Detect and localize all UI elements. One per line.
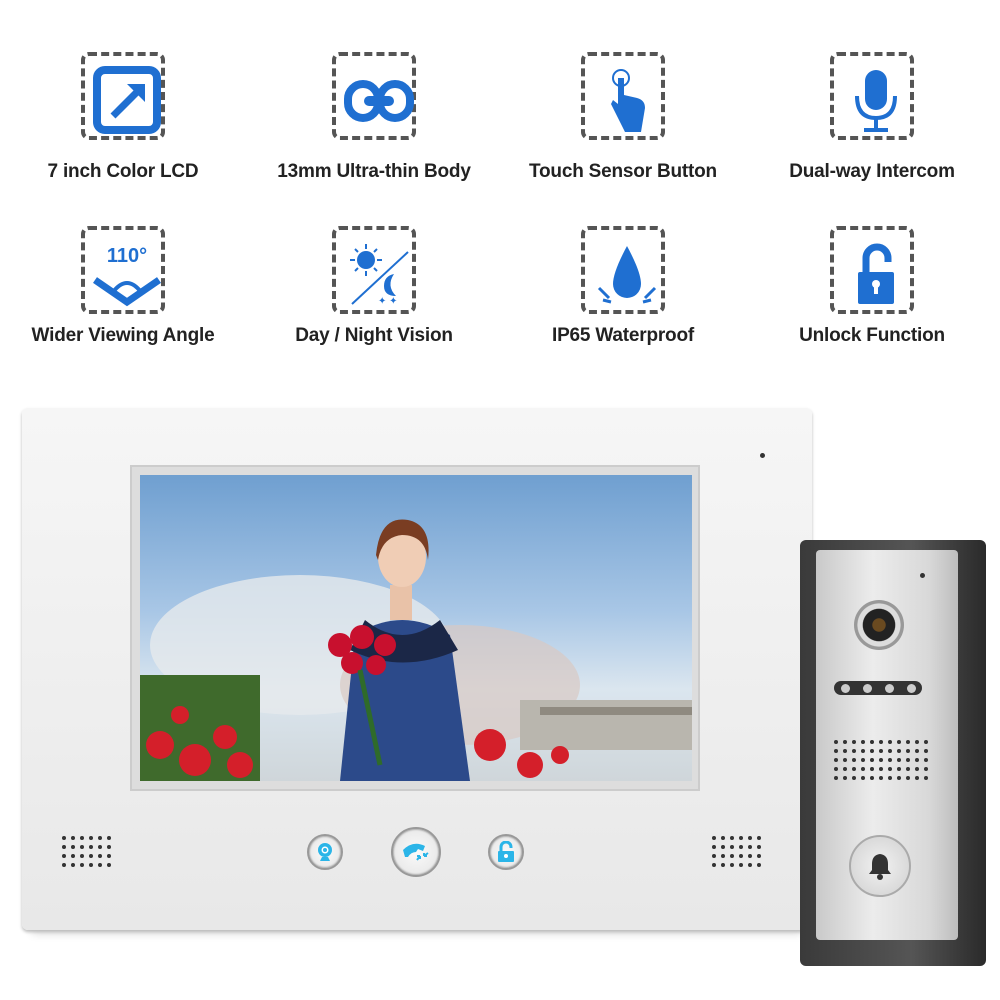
speaker-grill-right bbox=[712, 836, 761, 867]
resize-arrow-icon bbox=[93, 66, 161, 134]
viewing-angle-icon: 110° bbox=[93, 245, 161, 307]
screen-bezel bbox=[130, 465, 700, 791]
water-drop-icon bbox=[597, 246, 657, 304]
feature-label: Day / Night Vision bbox=[295, 325, 453, 346]
feature-label: IP65 Waterproof bbox=[552, 325, 694, 346]
mic-dot bbox=[920, 573, 925, 578]
svg-text:✦ ✦: ✦ ✦ bbox=[378, 296, 398, 307]
link-icon bbox=[344, 80, 414, 122]
unlock-icon bbox=[858, 243, 894, 304]
angle-badge: 110° bbox=[107, 245, 147, 267]
day-night-icon: ✦ ✦ bbox=[350, 244, 409, 307]
feature-label: Touch Sensor Button bbox=[529, 161, 717, 182]
touch-hand-icon bbox=[611, 69, 645, 132]
feature-icon-frame bbox=[332, 52, 416, 140]
feature-icon-frame bbox=[830, 226, 914, 314]
feature-label: 7 inch Color LCD bbox=[47, 161, 199, 182]
monitor-button-camera[interactable] bbox=[307, 834, 343, 870]
feature-icon-frame bbox=[81, 52, 165, 140]
bell-icon bbox=[869, 854, 891, 880]
phone-call-icon bbox=[403, 843, 429, 861]
webcam-icon bbox=[318, 843, 332, 861]
doorbell-speaker-grill bbox=[834, 740, 928, 780]
feature-label: 13mm Ultra-thin Body bbox=[277, 161, 471, 182]
indoor-monitor bbox=[22, 408, 812, 930]
feature-icon-frame: ✦ ✦ bbox=[332, 226, 416, 314]
doorbell-call-button[interactable] bbox=[849, 835, 911, 897]
feature-icon-frame bbox=[581, 52, 665, 140]
microphone-icon bbox=[855, 70, 897, 132]
feature-icon-frame: 110° bbox=[81, 226, 165, 314]
monitor-button-call[interactable] bbox=[391, 827, 441, 877]
doorbell-panel bbox=[816, 550, 958, 940]
lcd-screen bbox=[140, 475, 692, 781]
monitor-button-unlock[interactable] bbox=[488, 834, 524, 870]
ir-leds bbox=[834, 681, 922, 695]
feature-icon-frame bbox=[830, 52, 914, 140]
feature-icon-frame bbox=[581, 226, 665, 314]
feature-label: Dual-way Intercom bbox=[789, 161, 955, 182]
doorbell-camera bbox=[854, 600, 904, 650]
screen-photo bbox=[140, 519, 692, 781]
sensor-dot bbox=[760, 453, 765, 458]
speaker-grill-left bbox=[62, 836, 111, 867]
feature-label: Unlock Function bbox=[799, 325, 945, 346]
unlock-icon bbox=[498, 841, 514, 862]
feature-label: Wider Viewing Angle bbox=[31, 325, 215, 346]
